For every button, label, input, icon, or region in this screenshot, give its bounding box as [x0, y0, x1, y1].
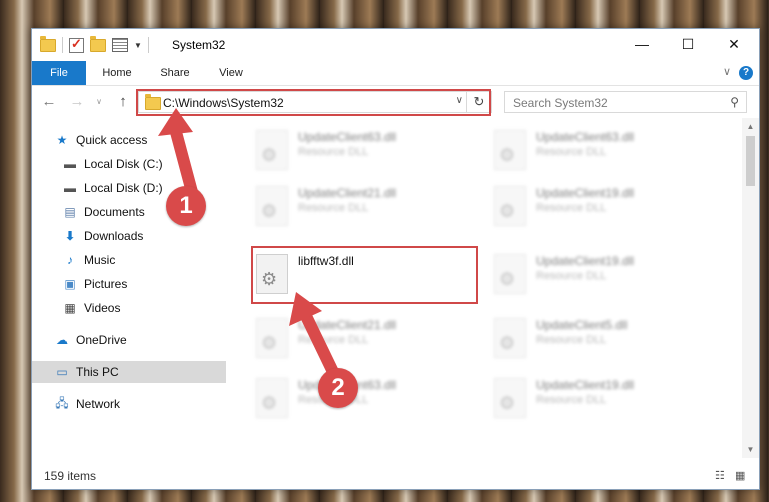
step-2-badge: 2: [318, 368, 358, 408]
arrow-step-2: [289, 292, 339, 378]
step-1-badge: 1: [166, 186, 206, 226]
arrow-step-1: [158, 108, 198, 198]
annotation-arrows: [158, 108, 339, 378]
